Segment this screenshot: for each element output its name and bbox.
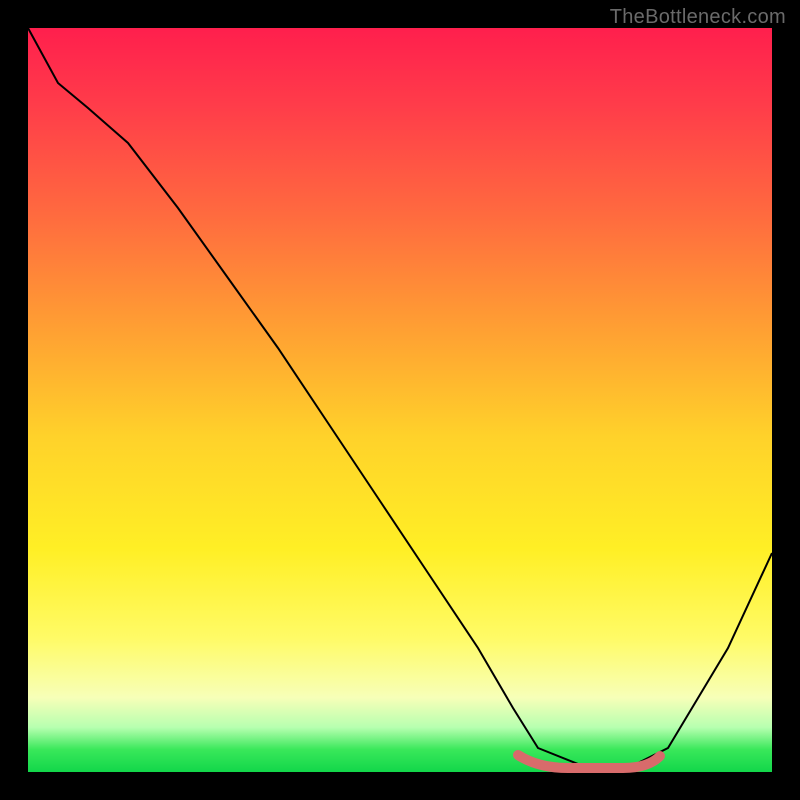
chart-svg	[28, 28, 772, 772]
valley-highlight	[518, 755, 660, 768]
chart-stage: TheBottleneck.com	[0, 0, 800, 800]
watermark-text: TheBottleneck.com	[610, 6, 786, 29]
chart-plot-area	[28, 28, 772, 772]
bottleneck-curve	[28, 28, 772, 768]
